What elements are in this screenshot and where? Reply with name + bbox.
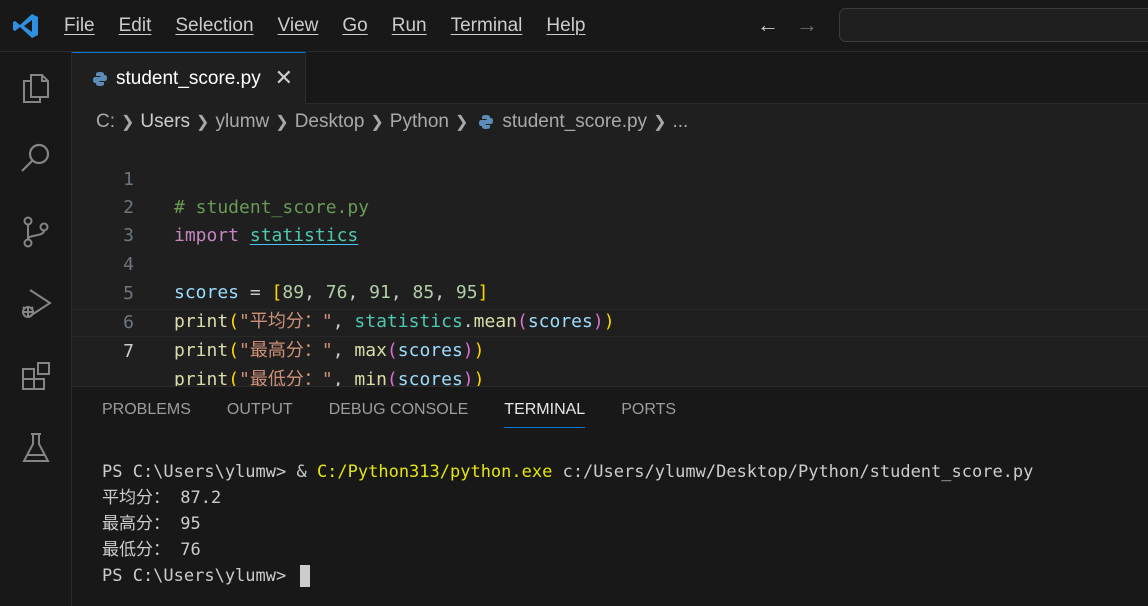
command-center-search[interactable] <box>839 8 1148 42</box>
terminal-prompt: PS C:\Users\ylumw> <box>102 566 297 586</box>
terminal-line: 最高分： 95 <box>102 514 201 534</box>
code-line: 3 <box>72 194 1148 246</box>
tab-student-score[interactable]: student_score.py ✕ <box>72 52 306 104</box>
tab-terminal[interactable]: TERMINAL <box>504 401 586 428</box>
menu-view[interactable]: View <box>266 15 331 37</box>
search-icon[interactable] <box>18 140 54 176</box>
menu-selection[interactable]: Selection <box>163 15 265 37</box>
close-icon[interactable]: ✕ <box>275 67 293 89</box>
panel-tabs: PROBLEMS OUTPUT DEBUG CONSOLE TERMINAL P… <box>102 401 712 428</box>
breadcrumb-file[interactable]: student_score.py <box>502 111 647 133</box>
terminal-line: 最低分： 76 <box>102 540 201 560</box>
explorer-icon[interactable] <box>18 70 54 106</box>
editor-tab-bar: student_score.py ✕ <box>72 52 1148 104</box>
code-line: 4 scores = [89, 76, 91, 85, 95] <box>72 223 1148 303</box>
code-line: 1 # student_score.py <box>72 138 1148 218</box>
breadcrumb-symbols[interactable]: ... <box>672 111 688 133</box>
terminal-line: 平均分： 87.2 <box>102 488 222 508</box>
breadcrumb-ylumw[interactable]: ylumw <box>215 111 269 133</box>
chevron-right-icon: ❯ <box>275 114 289 131</box>
chevron-right-icon: ❯ <box>370 114 384 131</box>
code-line: 5 print("平均分：", statistics.mean(scores)) <box>72 252 1148 332</box>
code-line: 6 print("最高分：", max(scores)) <box>72 281 1148 361</box>
tab-label: student_score.py <box>116 67 261 89</box>
tab-output[interactable]: OUTPUT <box>227 401 293 428</box>
terminal-output[interactable]: PS C:\Users\ylumw> & C:/Python313/python… <box>102 459 1033 589</box>
bottom-panel: PROBLEMS OUTPUT DEBUG CONSOLE TERMINAL P… <box>72 386 1148 606</box>
breadcrumb: C: ❯ Users ❯ ylumw ❯ Desktop ❯ Python ❯ … <box>96 108 688 136</box>
code-line: 2 import statistics <box>72 166 1148 246</box>
testing-icon[interactable] <box>18 430 54 466</box>
menu-terminal[interactable]: Terminal <box>439 15 535 37</box>
breadcrumb-users[interactable]: Users <box>140 111 190 133</box>
menu-file[interactable]: File <box>52 15 107 37</box>
menu-edit[interactable]: Edit <box>107 15 164 37</box>
title-bar: File Edit Selection View Go Run Terminal… <box>0 0 1148 52</box>
line-number: 7 <box>123 341 134 362</box>
source-control-icon[interactable] <box>18 214 54 250</box>
python-file-icon <box>93 71 107 86</box>
code-function: print <box>174 340 229 361</box>
terminal-line: PS C:\Users\ylumw> & C:/Python313/python… <box>102 459 1033 485</box>
chevron-right-icon: ❯ <box>454 114 469 131</box>
breadcrumb-desktop[interactable]: Desktop <box>295 111 365 133</box>
terminal-line: PS C:\Users\ylumw> <box>102 563 1033 589</box>
breadcrumb-drive[interactable]: C: <box>96 111 115 133</box>
tab-ports[interactable]: PORTS <box>621 401 676 428</box>
terminal-cursor <box>300 565 311 587</box>
extensions-icon[interactable] <box>18 358 54 394</box>
chevron-right-icon: ❯ <box>121 114 135 131</box>
tab-problems[interactable]: PROBLEMS <box>102 401 191 428</box>
code-function: max <box>354 340 387 361</box>
terminal-command: C:/Python313/python.exe <box>316 462 553 482</box>
code-line-current: 7 print("最低分：", min(scores)) <box>72 309 1148 390</box>
chevron-right-icon: ❯ <box>196 114 210 131</box>
chevron-right-icon: ❯ <box>653 114 667 131</box>
menu-bar: File Edit Selection View Go Run Terminal… <box>52 0 598 52</box>
breadcrumb-python[interactable]: Python <box>390 111 449 133</box>
code-string: "最高分：" <box>239 340 333 361</box>
back-arrow-icon[interactable]: ← <box>757 14 779 36</box>
menu-go[interactable]: Go <box>330 15 379 37</box>
activity-bar <box>0 52 72 606</box>
tab-debug-console[interactable]: DEBUG CONSOLE <box>329 401 469 428</box>
terminal-argument: c:/Users/ylumw/Desktop/Python/student_sc… <box>552 462 1034 482</box>
code-editor[interactable]: 1 # student_score.py 2 import statistics… <box>72 138 1148 390</box>
vscode-logo-icon <box>13 14 38 38</box>
python-file-icon <box>479 115 494 129</box>
run-debug-icon[interactable] <box>18 286 54 322</box>
terminal-prompt: PS C:\Users\ylumw> & <box>102 462 317 482</box>
forward-arrow-icon[interactable]: → <box>796 14 818 36</box>
menu-run[interactable]: Run <box>380 15 439 37</box>
code-variable: scores <box>397 340 463 361</box>
menu-help[interactable]: Help <box>534 15 597 37</box>
